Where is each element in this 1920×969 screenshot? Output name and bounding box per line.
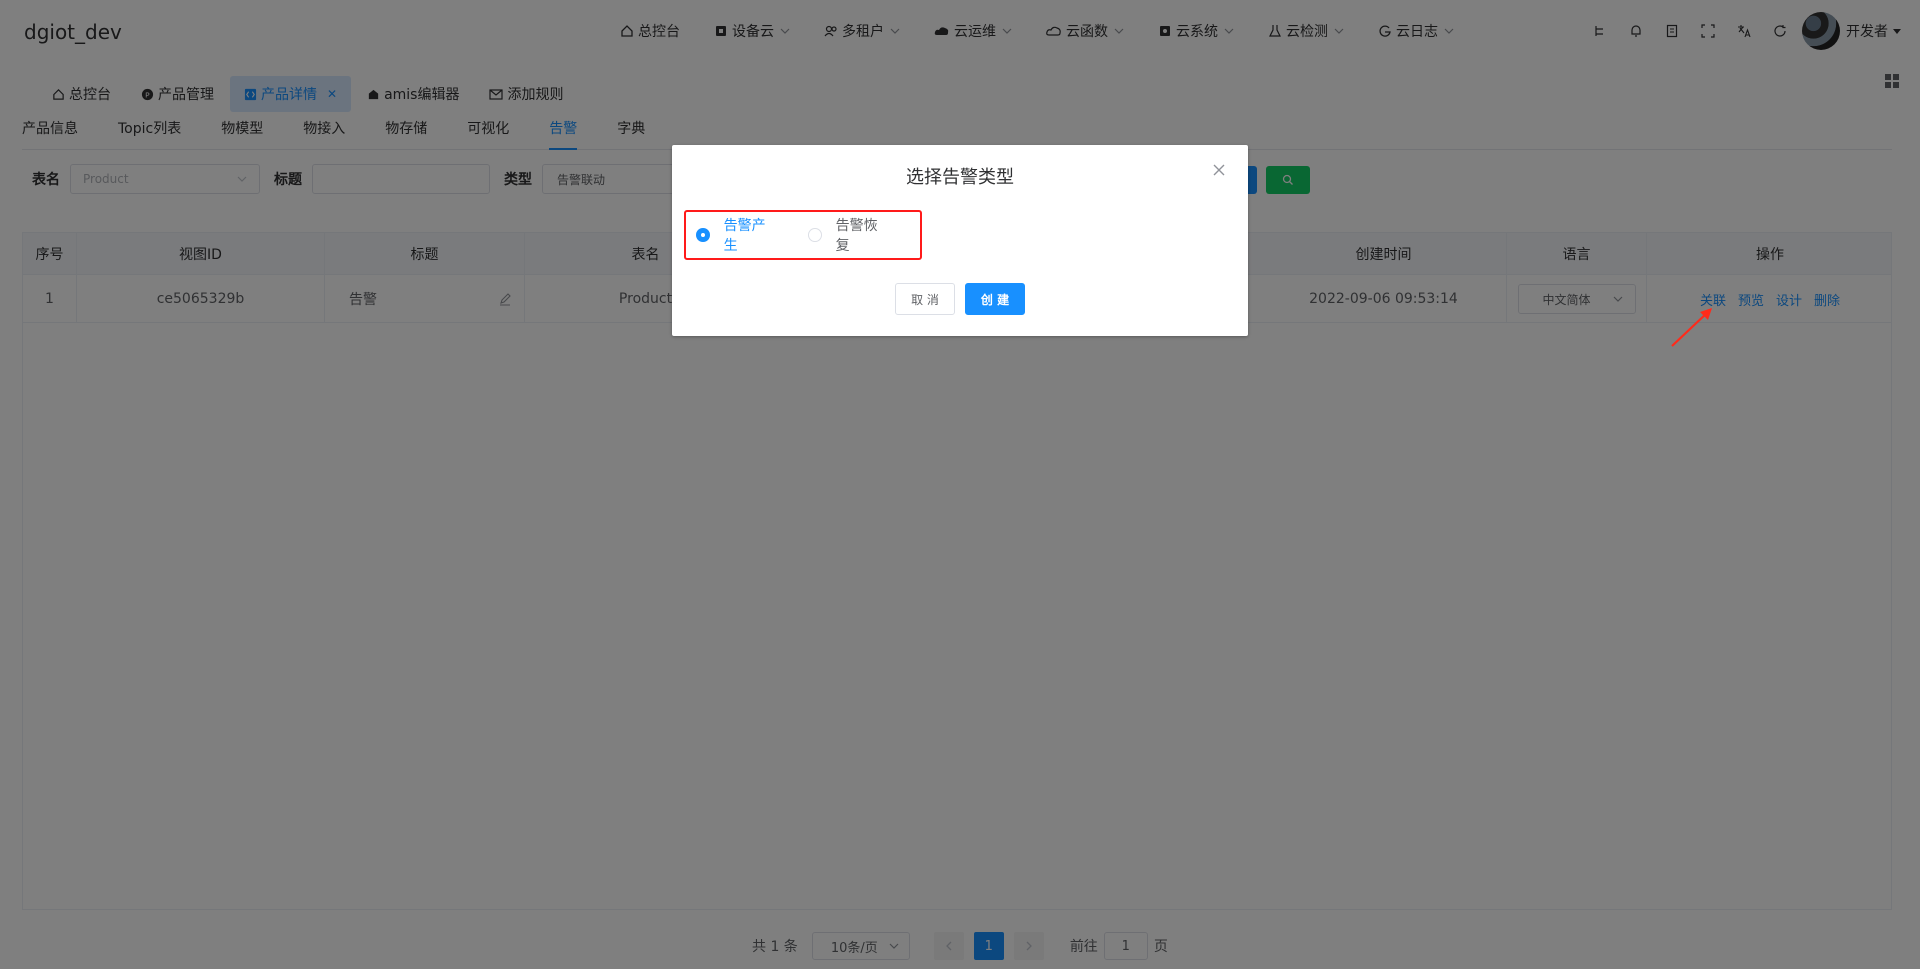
radio-label: 告警产生 bbox=[723, 218, 766, 254]
dialog-title: 选择告警类型 bbox=[906, 167, 1014, 188]
annotation-arrow-icon bbox=[1671, 308, 1712, 347]
radio-label: 告警恢复 bbox=[835, 218, 878, 254]
alarm-type-radio-group: 告警产生 告警恢复 bbox=[684, 210, 922, 260]
alarm-type-dialog: 选择告警类型 告警产生 告警恢复 取 消 创 建 bbox=[672, 145, 1248, 336]
radio-alarm-recover[interactable]: 告警恢复 bbox=[808, 215, 890, 255]
dialog-footer: 取 消 创 建 bbox=[672, 283, 1248, 315]
cancel-button[interactable]: 取 消 bbox=[895, 283, 955, 315]
create-button[interactable]: 创 建 bbox=[965, 283, 1025, 315]
close-icon[interactable] bbox=[1212, 163, 1228, 179]
radio-alarm-generate[interactable]: 告警产生 bbox=[696, 215, 778, 255]
radio-dot bbox=[808, 228, 822, 242]
radio-dot bbox=[696, 228, 710, 242]
